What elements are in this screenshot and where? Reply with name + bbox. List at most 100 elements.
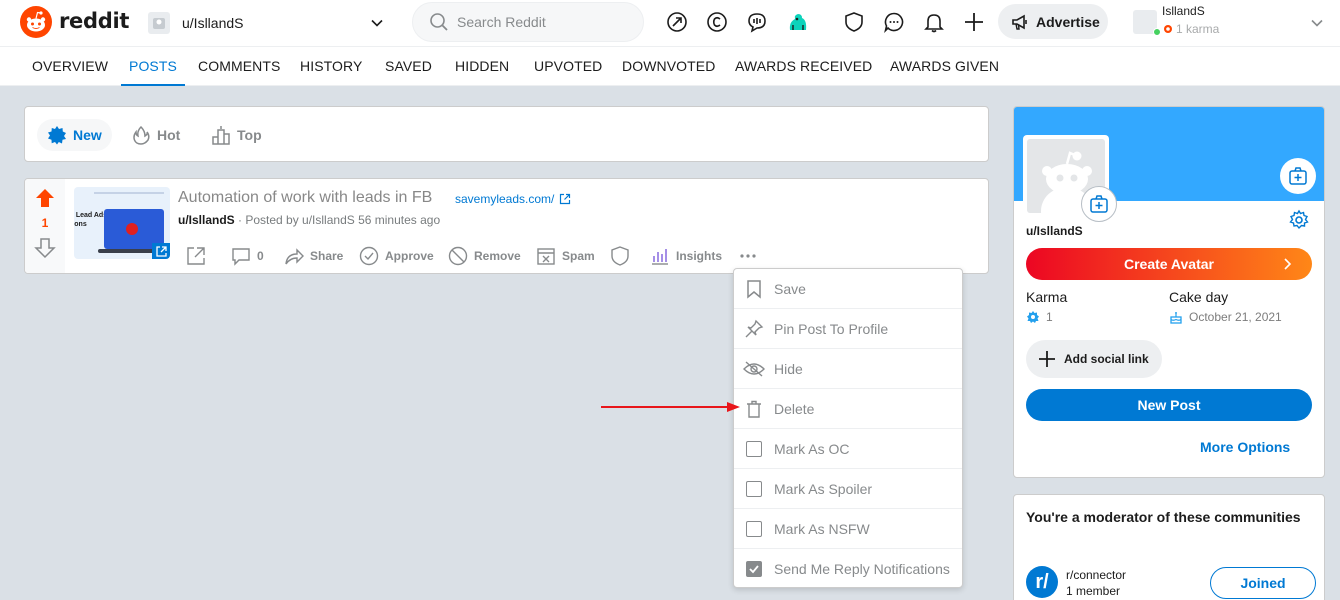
reddit-wordmark[interactable]: reddit [59,9,129,33]
tab-posts[interactable]: POSTS [121,47,185,86]
menu-item-label: Send Me Reply Notifications [774,561,950,577]
advertise-button[interactable]: Advertise [998,4,1108,39]
coins-icon[interactable] [705,10,729,34]
create-post-icon[interactable] [962,10,986,34]
user-switcher-dropdown[interactable]: u/IsllandS [146,8,390,38]
remove-icon [448,246,468,266]
remove-button[interactable]: Remove [447,245,521,267]
external-link-icon [152,243,170,259]
comment-icon [232,248,250,266]
chat-bubble-icon[interactable] [745,10,769,34]
checkbox-wrapper [742,477,766,501]
approve-button[interactable]: Approve [358,245,434,267]
top-icon [212,126,230,145]
profile-karma: 1 karma [1162,22,1219,36]
downvote-icon[interactable] [34,237,56,259]
chevron-down-icon [1310,16,1324,30]
tab-upvoted[interactable]: UPVOTED [534,47,602,86]
community-icon[interactable]: r/ [1026,566,1058,598]
post-options-dropdown: Save Pin Post To Profile Hide Delete Mar… [733,268,963,588]
more-options-button[interactable] [737,245,764,267]
chat-icon[interactable] [882,10,906,34]
top-header: reddit u/IsllandS Search Reddit Advertis… [0,0,1340,47]
karma-value: 1 [1026,310,1053,324]
mark-spoiler-checkbox[interactable] [746,480,762,497]
cake-day-value: October 21, 2021 [1169,310,1282,324]
approve-label: Approve [385,249,434,263]
post-thumbnail[interactable]: k Lead Ads tions [74,187,170,259]
menu-item-label: Mark As OC [774,440,850,457]
remove-label: Remove [474,249,521,263]
annotation-arrow-icon [601,401,741,413]
menu-item-save[interactable]: Save [734,269,962,309]
pin-icon [742,317,766,341]
add-banner-button[interactable] [1280,158,1316,194]
open-external-icon [187,247,205,265]
tab-hidden[interactable]: HIDDEN [455,47,509,86]
reddit-logo-icon[interactable] [20,6,52,38]
menu-item-mark-nsfw[interactable]: Mark As NSFW [734,509,962,549]
post-author[interactable]: u/IsllandS [178,213,235,227]
menu-item-mark-oc[interactable]: Mark As OC [734,429,962,469]
hide-icon [742,357,766,381]
open-post-button[interactable] [185,245,212,267]
menu-item-delete[interactable]: Delete [734,389,962,429]
joined-button[interactable]: Joined [1210,567,1316,599]
create-avatar-button[interactable]: Create Avatar [1026,248,1312,280]
sort-hot-button[interactable]: Hot [121,119,190,151]
notifications-icon[interactable] [922,10,946,34]
search-input[interactable] [457,14,627,30]
spam-button[interactable]: Spam [535,245,595,267]
mark-oc-checkbox[interactable] [746,440,762,457]
menu-item-reply-notifications[interactable]: Send Me Reply Notifications [734,549,962,589]
sort-top-label: Top [237,127,262,143]
gear-icon[interactable] [1288,209,1310,231]
insights-icon [652,249,668,265]
karma-count: 1 [1046,310,1053,324]
sort-new-button[interactable]: New [37,119,112,151]
checkmark-icon [749,565,759,574]
checkbox-wrapper [742,517,766,541]
upvote-icon[interactable] [34,187,56,209]
insights-button[interactable]: Insights [649,245,722,267]
sort-new-label: New [73,127,102,143]
add-social-link-button[interactable]: Add social link [1026,340,1162,378]
mod-actions-button[interactable] [609,245,636,267]
tab-comments[interactable]: COMMENTS [198,47,280,86]
new-post-button[interactable]: New Post [1026,389,1312,421]
tab-saved[interactable]: SAVED [385,47,432,86]
mod-shield-icon[interactable] [842,10,866,34]
menu-item-label: Delete [774,400,815,417]
post-card[interactable]: 1 k Lead Ads tions Automation of work wi… [24,178,989,274]
comments-button[interactable]: 0 [230,245,264,267]
karma-label: Karma [1026,289,1068,305]
search-icon [413,12,449,32]
add-avatar-button[interactable] [1081,186,1117,222]
tab-awards-received[interactable]: AWARDS RECEIVED [735,47,872,86]
post-meta-text: · Posted by u/IsllandS 56 minutes ago [234,213,441,227]
tab-overview[interactable]: OVERVIEW [32,47,108,86]
checkbox-wrapper [742,437,766,461]
community-name[interactable]: r/connector [1066,568,1126,582]
menu-item-hide[interactable]: Hide [734,349,962,389]
more-dots-icon [740,254,756,258]
popular-icon[interactable] [665,10,689,34]
post-domain-link[interactable]: savemyleads.com/ [455,192,571,206]
megaphone-icon [1010,12,1030,32]
spam-label: Spam [562,249,595,263]
reply-notifications-checkbox[interactable] [746,561,762,577]
tab-awards-given[interactable]: AWARDS GIVEN [890,47,999,86]
tab-history[interactable]: HISTORY [300,47,362,86]
advertise-label: Advertise [1036,13,1100,30]
mark-nsfw-checkbox[interactable] [746,520,762,537]
post-title[interactable]: Automation of work with leads in FB [178,189,432,207]
share-button[interactable]: Share [283,245,343,267]
menu-item-pin-post[interactable]: Pin Post To Profile [734,309,962,349]
cake-icon [1170,312,1182,324]
more-options-link[interactable]: More Options [1200,439,1290,455]
sort-top-button[interactable]: Top [201,119,272,151]
menu-item-mark-spoiler[interactable]: Mark As Spoiler [734,469,962,509]
profile-menu-dropdown[interactable]: IsllandS 1 karma [1128,2,1328,42]
tab-downvoted[interactable]: DOWNVOTED [622,47,715,86]
snoo-icon[interactable] [786,10,810,34]
